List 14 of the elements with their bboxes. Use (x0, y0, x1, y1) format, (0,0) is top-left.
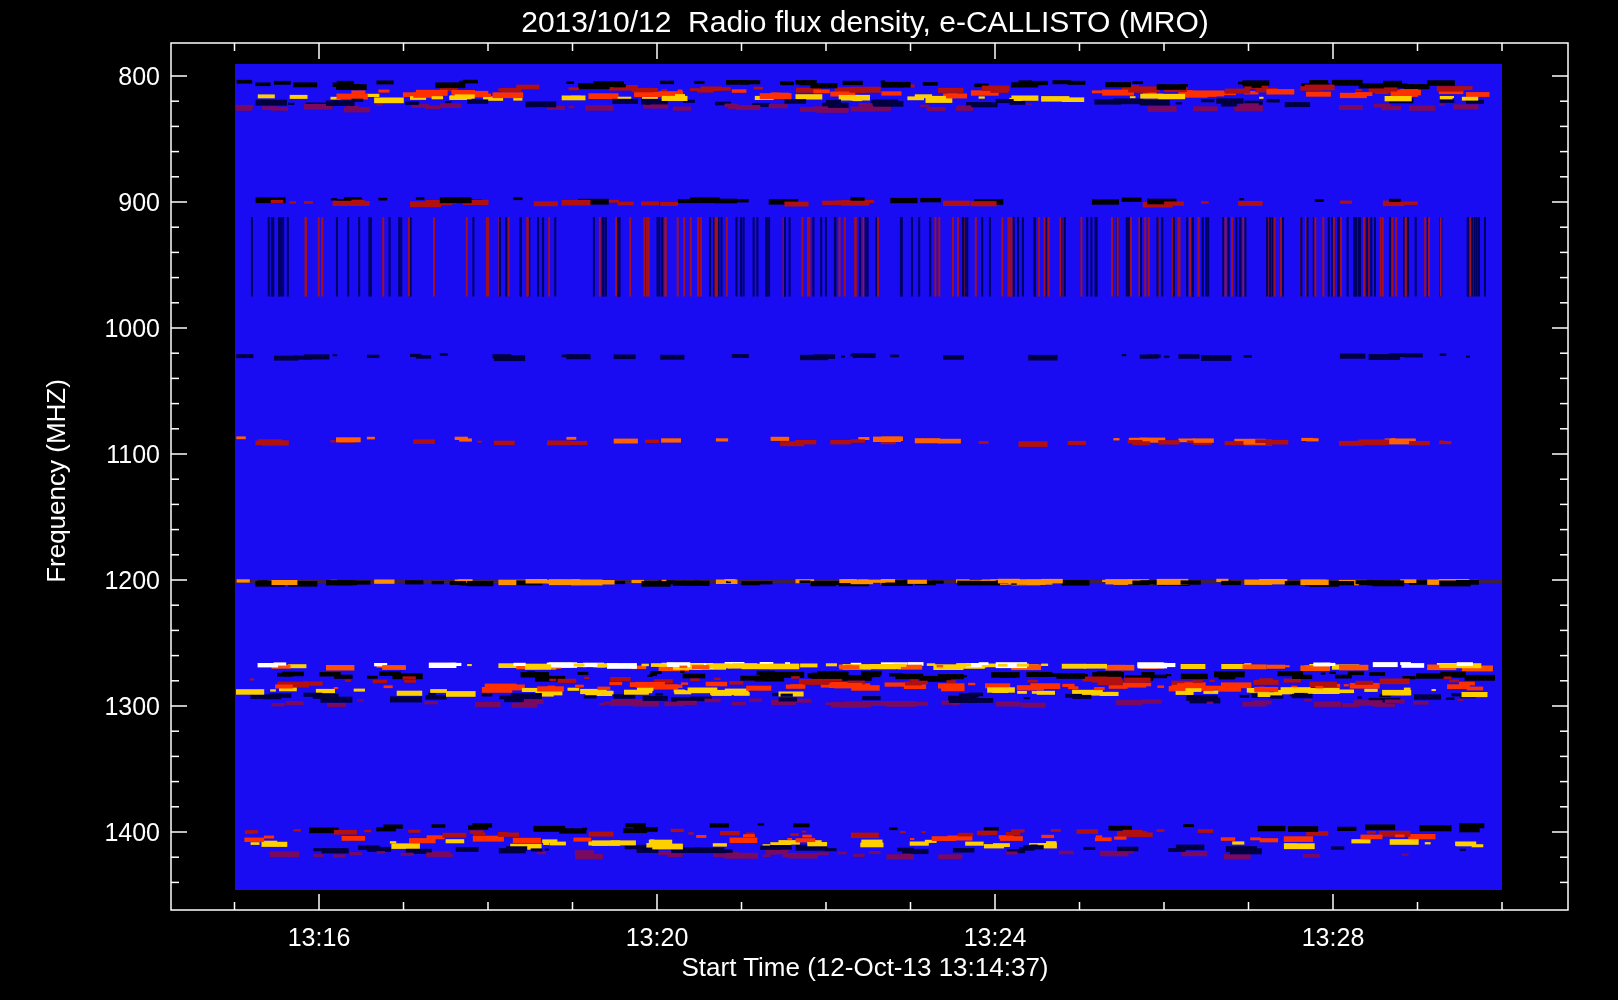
axis-tick-label: 13:28 (1301, 923, 1365, 951)
chart-title: 2013/10/12 Radio flux density, e-CALLISTO (MRO) (521, 5, 1209, 38)
axis-tick-label: 13:20 (625, 923, 689, 951)
axis-tick-label: 13:16 (287, 923, 351, 951)
axis-title: Frequency (MHZ) (41, 379, 71, 583)
axis-tick-label: 13:24 (963, 923, 1027, 951)
axis-tick-label: 900 (118, 188, 160, 216)
axis-tick-label: 1200 (104, 566, 160, 594)
axis-tick-label: 1100 (106, 440, 160, 468)
axis-title: Start Time (12-Oct-13 13:14:37) (681, 952, 1049, 982)
axis-tick-label: 1300 (104, 692, 160, 720)
axis-tick-label: 1400 (104, 818, 160, 846)
axis-tick-label: 1000 (104, 314, 160, 342)
axis-tick-label: 800 (118, 62, 160, 90)
